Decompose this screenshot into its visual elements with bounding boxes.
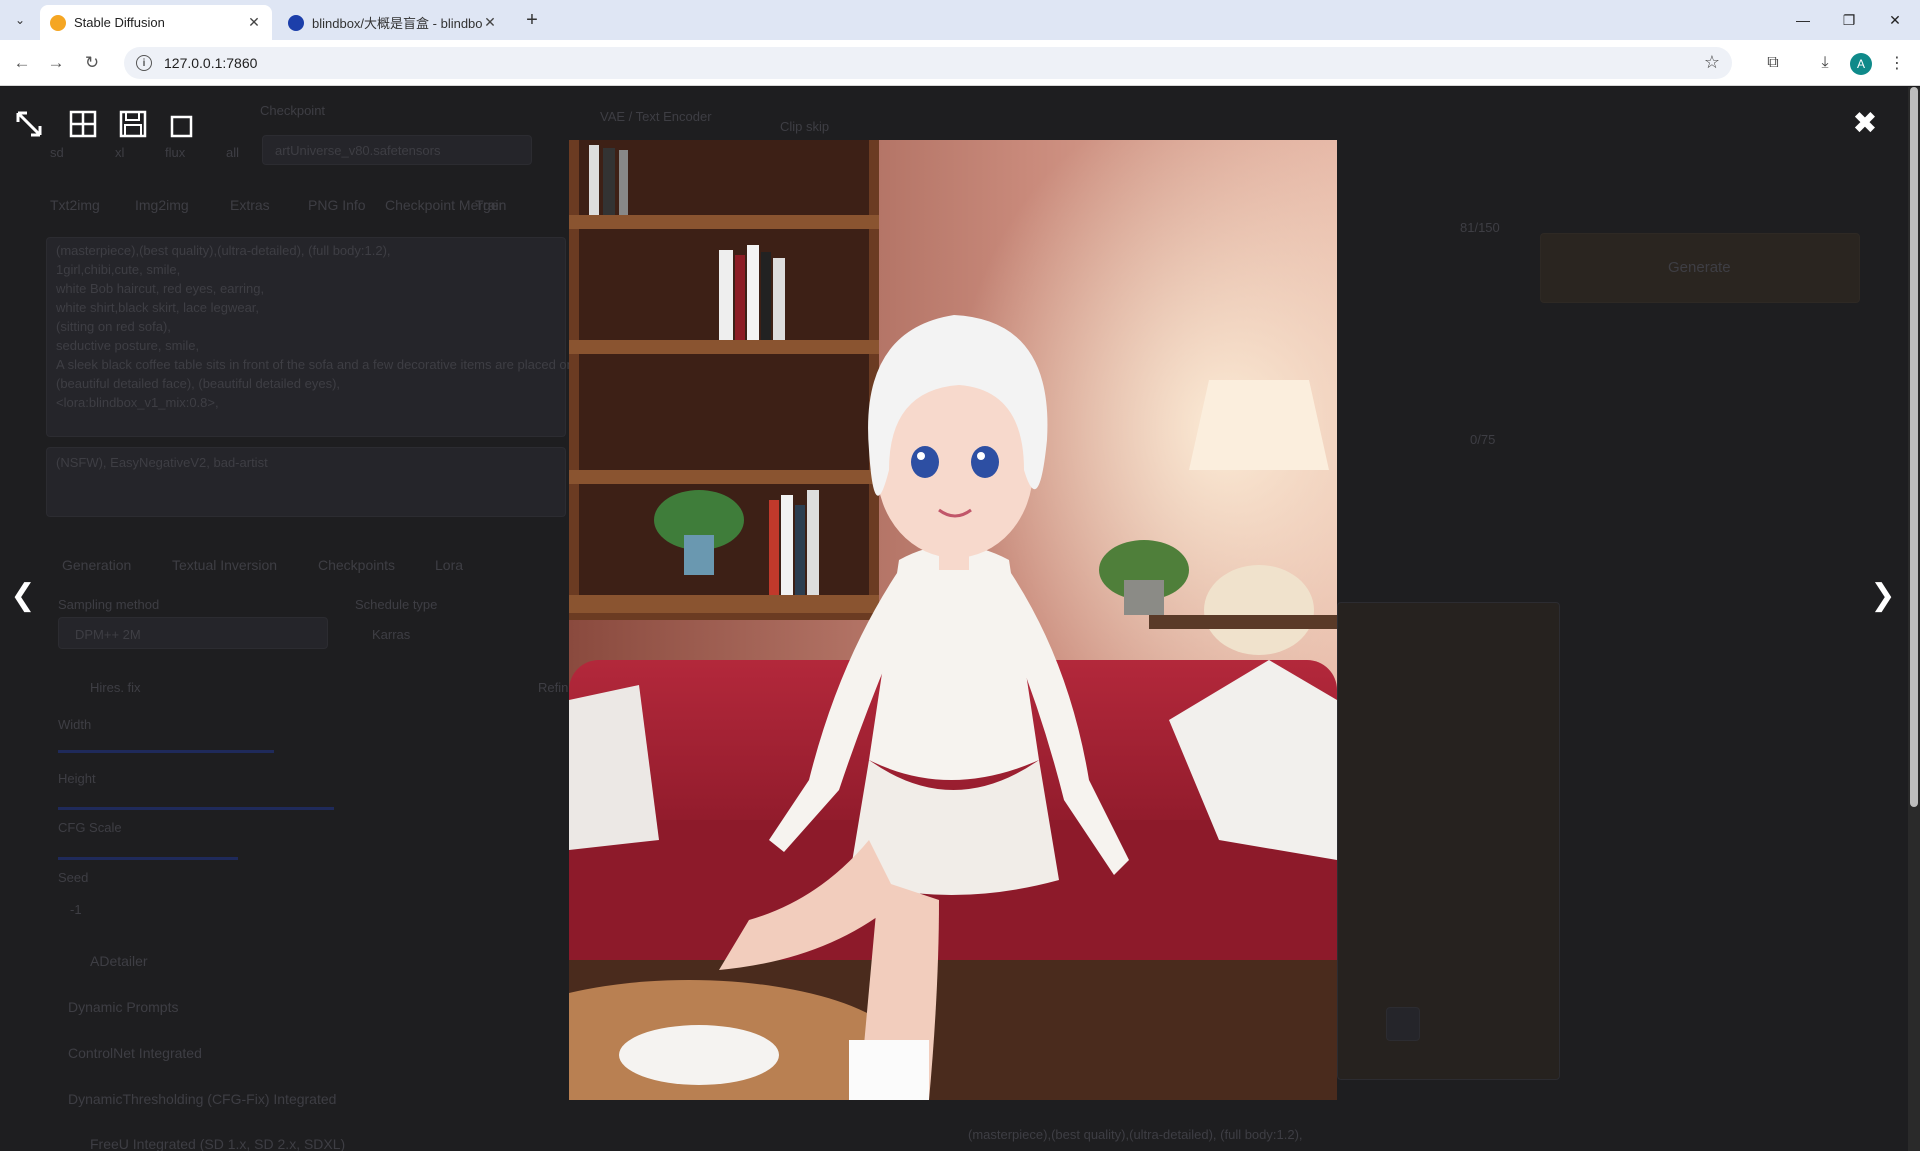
tab-title: Stable Diffusion xyxy=(74,15,165,30)
tab-blindbox[interactable]: blindbox/大概是盲盒 - blindbox ✕ xyxy=(278,5,508,40)
download-icon[interactable]: ⤓ xyxy=(1812,50,1838,76)
back-icon[interactable]: ← xyxy=(8,49,36,77)
tab-title: blindbox/大概是盲盒 - blindbox xyxy=(312,16,482,31)
browser-tab-bar: ⌄ Stable Diffusion ✕ blindbox/大概是盲盒 - bl… xyxy=(0,0,1920,40)
scrollbar-thumb[interactable] xyxy=(1910,87,1918,807)
address-bar[interactable]: i 127.0.0.1:7860 ☆ xyxy=(124,47,1732,79)
stable-diffusion-favicon-icon xyxy=(50,14,66,31)
new-tab-icon[interactable]: + xyxy=(520,8,544,32)
civitai-favicon-icon xyxy=(288,14,304,31)
tab-search-icon[interactable]: ⌄ xyxy=(8,8,32,32)
site-info-icon[interactable]: i xyxy=(136,55,152,71)
save-icon[interactable] xyxy=(116,107,150,141)
minimize-icon[interactable]: — xyxy=(1780,6,1826,34)
forward-icon[interactable]: → xyxy=(42,49,70,77)
previous-image-icon[interactable]: ❮ xyxy=(8,579,38,612)
tab-close-icon[interactable]: ✕ xyxy=(246,14,262,31)
next-image-icon[interactable]: ❯ xyxy=(1868,579,1898,612)
browser-toolbar: ← → ↻ i 127.0.0.1:7860 ☆ ⧉ ⤓ ⋮ xyxy=(0,40,1920,86)
fit-icon[interactable] xyxy=(164,107,198,141)
extensions-icon[interactable]: ⧉ xyxy=(1760,50,1786,76)
restore-icon[interactable]: ❐ xyxy=(1826,6,1872,34)
bookmark-star-icon[interactable]: ☆ xyxy=(1704,52,1720,73)
page-scrollbar[interactable] xyxy=(1908,87,1920,1151)
image-lightbox: ✖ ❮ ❯ xyxy=(0,87,1908,1151)
fullscreen-icon[interactable] xyxy=(12,107,46,141)
lightbox-close-icon[interactable]: ✖ xyxy=(1847,105,1883,141)
tab-stable-diffusion[interactable]: Stable Diffusion ✕ xyxy=(40,5,272,40)
browser-menu-icon[interactable]: ⋮ xyxy=(1884,50,1910,76)
window-close-icon[interactable]: ✕ xyxy=(1872,6,1918,34)
profile-avatar[interactable]: A xyxy=(1850,53,1872,75)
tab-close-icon[interactable]: ✕ xyxy=(482,14,498,31)
lightbox-image[interactable] xyxy=(569,140,1337,1100)
address-text: 127.0.0.1:7860 xyxy=(164,55,258,71)
grid-icon[interactable] xyxy=(66,107,100,141)
reload-icon[interactable]: ↻ xyxy=(78,49,106,77)
